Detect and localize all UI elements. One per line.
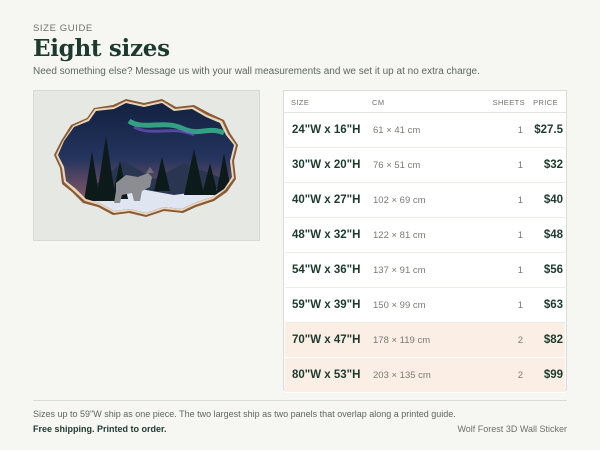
size-cell: 80"W x 53"H bbox=[292, 369, 361, 381]
sheets-cell: 1 bbox=[517, 230, 523, 241]
sheets-cell: 1 bbox=[517, 300, 523, 311]
cm-cell: 203 × 135 cm bbox=[373, 370, 431, 381]
column-header-cm: CM bbox=[372, 98, 385, 107]
cm-cell: 122 × 81 cm bbox=[373, 230, 426, 241]
table-row[interactable]: 54"W x 36"H 137 × 91 cm 1 $56 bbox=[285, 253, 565, 288]
cm-cell: 178 × 119 cm bbox=[373, 335, 431, 346]
size-cell: 30"W x 20"H bbox=[292, 159, 361, 171]
wolf-forest-sticker-image bbox=[54, 99, 238, 217]
sheets-cell: 2 bbox=[517, 335, 523, 346]
cm-cell: 61 × 41 cm bbox=[373, 125, 421, 136]
table-row[interactable]: 59"W x 39"H 150 × 99 cm 1 $63 bbox=[285, 288, 565, 323]
product-image-panel bbox=[33, 90, 260, 241]
sheets-cell: 1 bbox=[517, 195, 523, 206]
shipping-note: Sizes up to 59"W ship as one piece. The … bbox=[33, 409, 456, 419]
size-table: SIZE CM SHEETS PRICE 24"W x 16"H 61 × 41… bbox=[283, 90, 567, 393]
cm-cell: 102 × 69 cm bbox=[373, 195, 426, 206]
column-header-size: SIZE bbox=[291, 98, 310, 107]
price-cell: $27.5 bbox=[534, 124, 563, 136]
table-row[interactable]: 48"W x 32"H 122 × 81 cm 1 $48 bbox=[285, 218, 565, 253]
cm-cell: 137 × 91 cm bbox=[373, 265, 426, 276]
size-cell: 24"W x 16"H bbox=[292, 124, 361, 136]
size-cell: 54"W x 36"H bbox=[292, 264, 361, 276]
table-row-highlighted[interactable]: 80"W x 53"H 203 × 135 cm 2 $99 bbox=[285, 358, 565, 393]
column-header-price: PRICE bbox=[533, 98, 558, 107]
size-cell: 48"W x 32"H bbox=[292, 229, 361, 241]
size-cell: 70"W x 47"H bbox=[292, 334, 361, 346]
sheets-cell: 1 bbox=[517, 160, 523, 171]
price-cell: $99 bbox=[543, 369, 563, 381]
size-guide-eyebrow: SIZE GUIDE bbox=[33, 23, 93, 34]
page-title: Eight sizes bbox=[33, 35, 170, 62]
sheets-cell: 1 bbox=[517, 125, 523, 136]
table-row[interactable]: 40"W x 27"H 102 × 69 cm 1 $40 bbox=[285, 183, 565, 218]
table-row[interactable]: 30"W x 20"H 76 × 51 cm 1 $32 bbox=[285, 148, 565, 183]
footer-divider bbox=[33, 400, 567, 401]
price-cell: $32 bbox=[543, 159, 563, 171]
price-cell: $82 bbox=[543, 334, 563, 346]
price-cell: $48 bbox=[543, 229, 563, 241]
cm-cell: 76 × 51 cm bbox=[373, 160, 421, 171]
sheets-cell: 2 bbox=[517, 370, 523, 381]
table-row[interactable]: 24"W x 16"H 61 × 41 cm 1 $27.5 bbox=[285, 113, 565, 148]
size-cell: 40"W x 27"H bbox=[292, 194, 361, 206]
free-shipping-label: Free shipping. Printed to order. bbox=[33, 424, 167, 434]
table-row-highlighted[interactable]: 70"W x 47"H 178 × 119 cm 2 $82 bbox=[285, 323, 565, 358]
sheets-cell: 1 bbox=[517, 265, 523, 276]
size-cell: 59"W x 39"H bbox=[292, 299, 361, 311]
price-cell: $56 bbox=[543, 264, 563, 276]
page-subtitle: Need something else? Message us with you… bbox=[33, 66, 480, 77]
price-cell: $63 bbox=[543, 299, 563, 311]
cm-cell: 150 × 99 cm bbox=[373, 300, 426, 311]
product-name: Wolf Forest 3D Wall Sticker bbox=[457, 424, 567, 434]
table-header: SIZE CM SHEETS PRICE bbox=[284, 91, 566, 113]
price-cell: $40 bbox=[543, 194, 563, 206]
column-header-sheets: SHEETS bbox=[492, 98, 525, 107]
